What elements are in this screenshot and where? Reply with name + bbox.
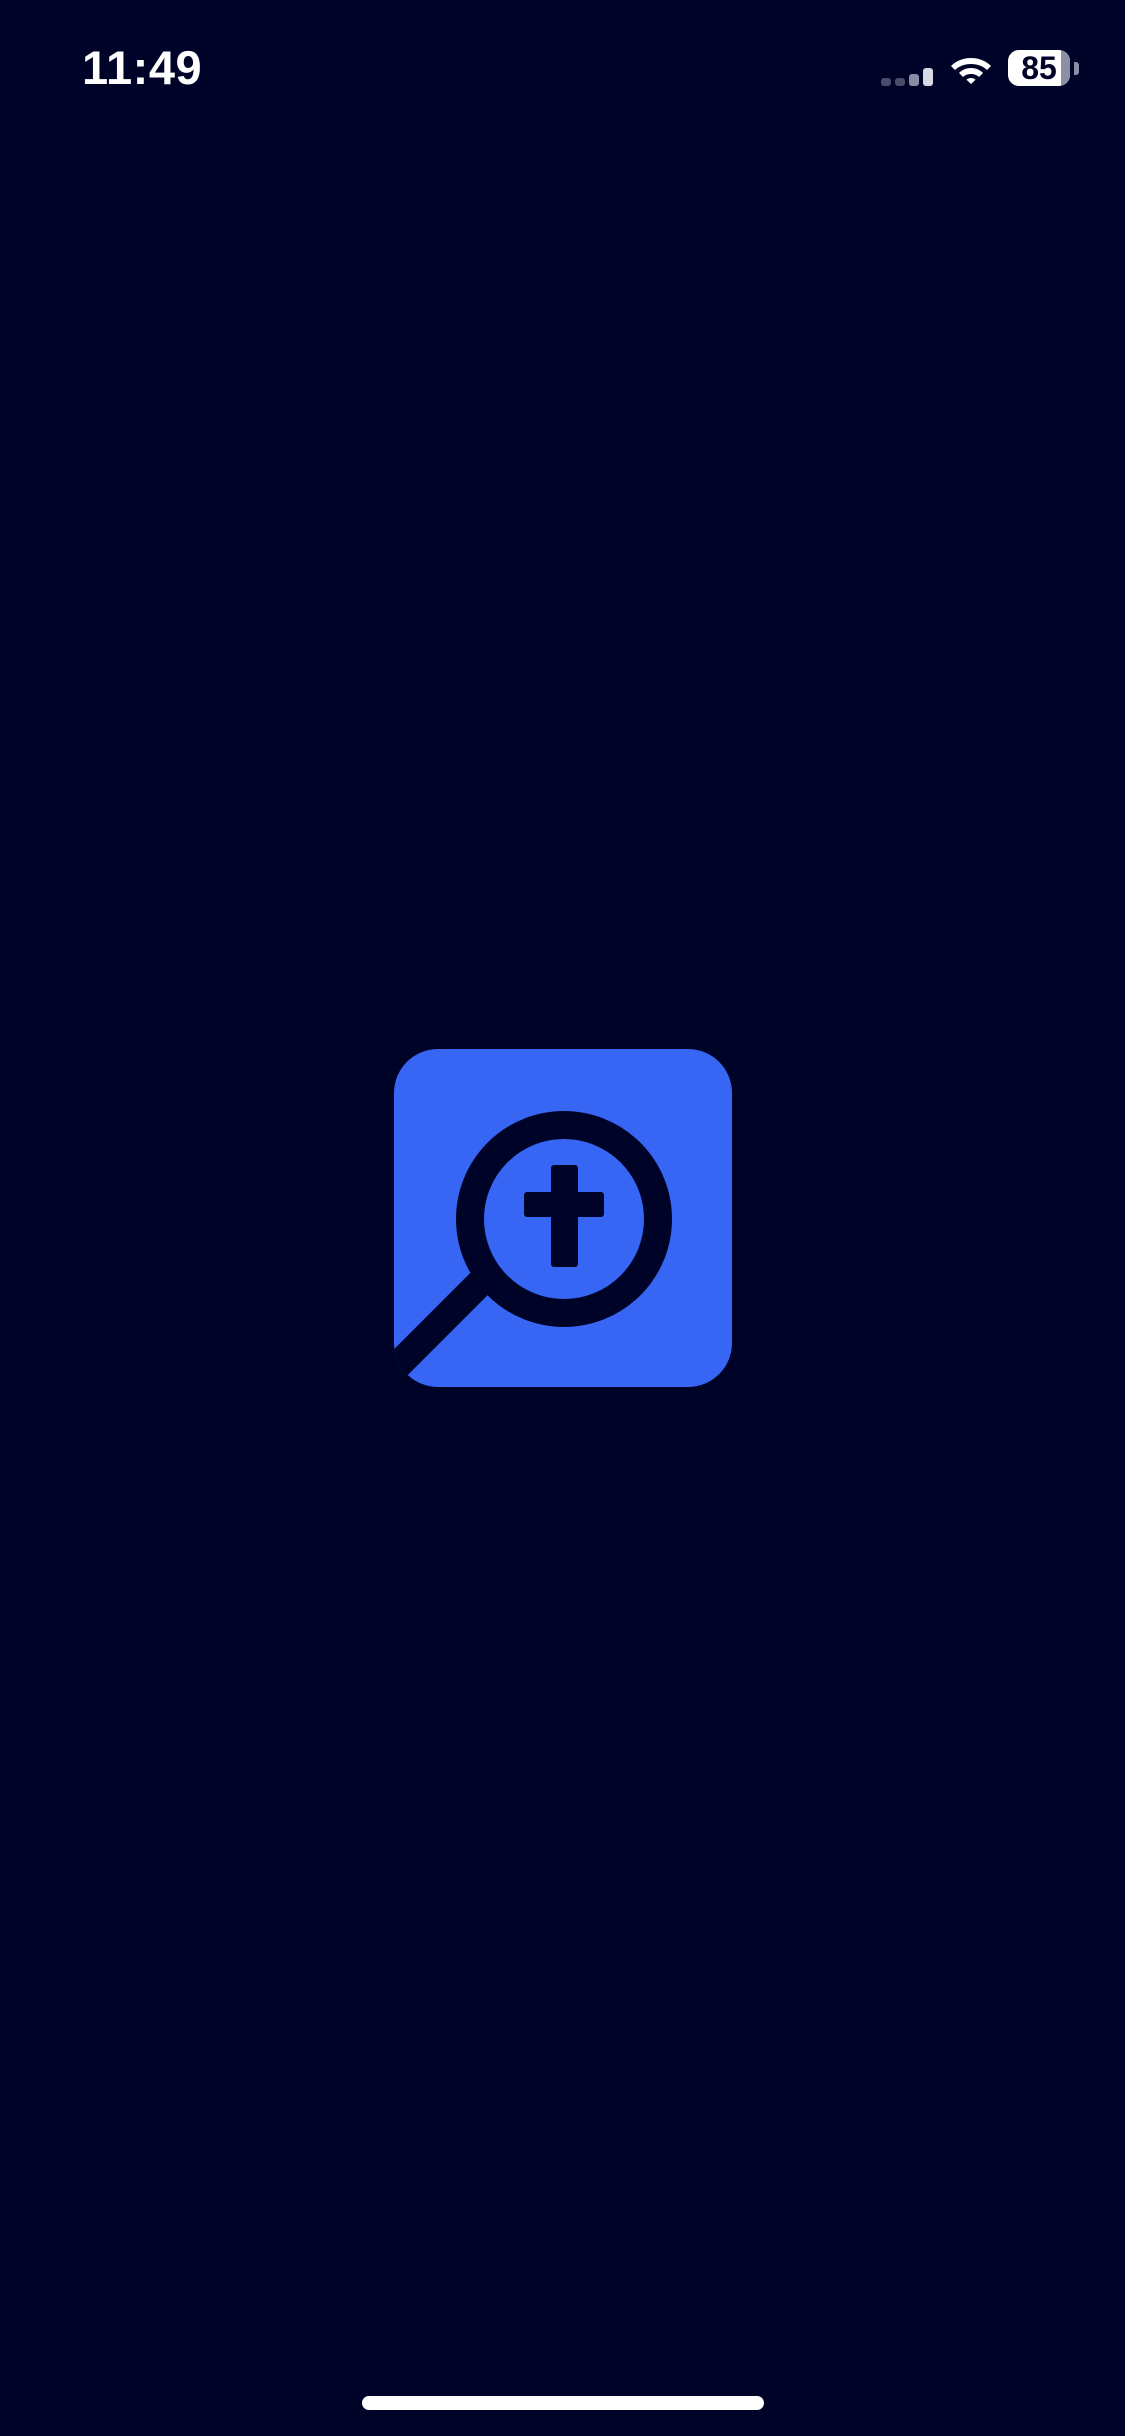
wifi-icon xyxy=(951,58,991,84)
home-indicator[interactable] xyxy=(362,2396,764,2410)
battery-indicator: 85 xyxy=(1008,50,1080,88)
status-time: 11:49 xyxy=(82,41,203,94)
splash-screen: 11:49 85 xyxy=(0,0,1125,2436)
status-bar: 11:49 85 xyxy=(0,0,1125,140)
battery-level: 85 xyxy=(1021,50,1057,86)
magnifying-glass-cross-icon xyxy=(394,1049,732,1387)
cellular-signal-icon xyxy=(881,66,935,86)
